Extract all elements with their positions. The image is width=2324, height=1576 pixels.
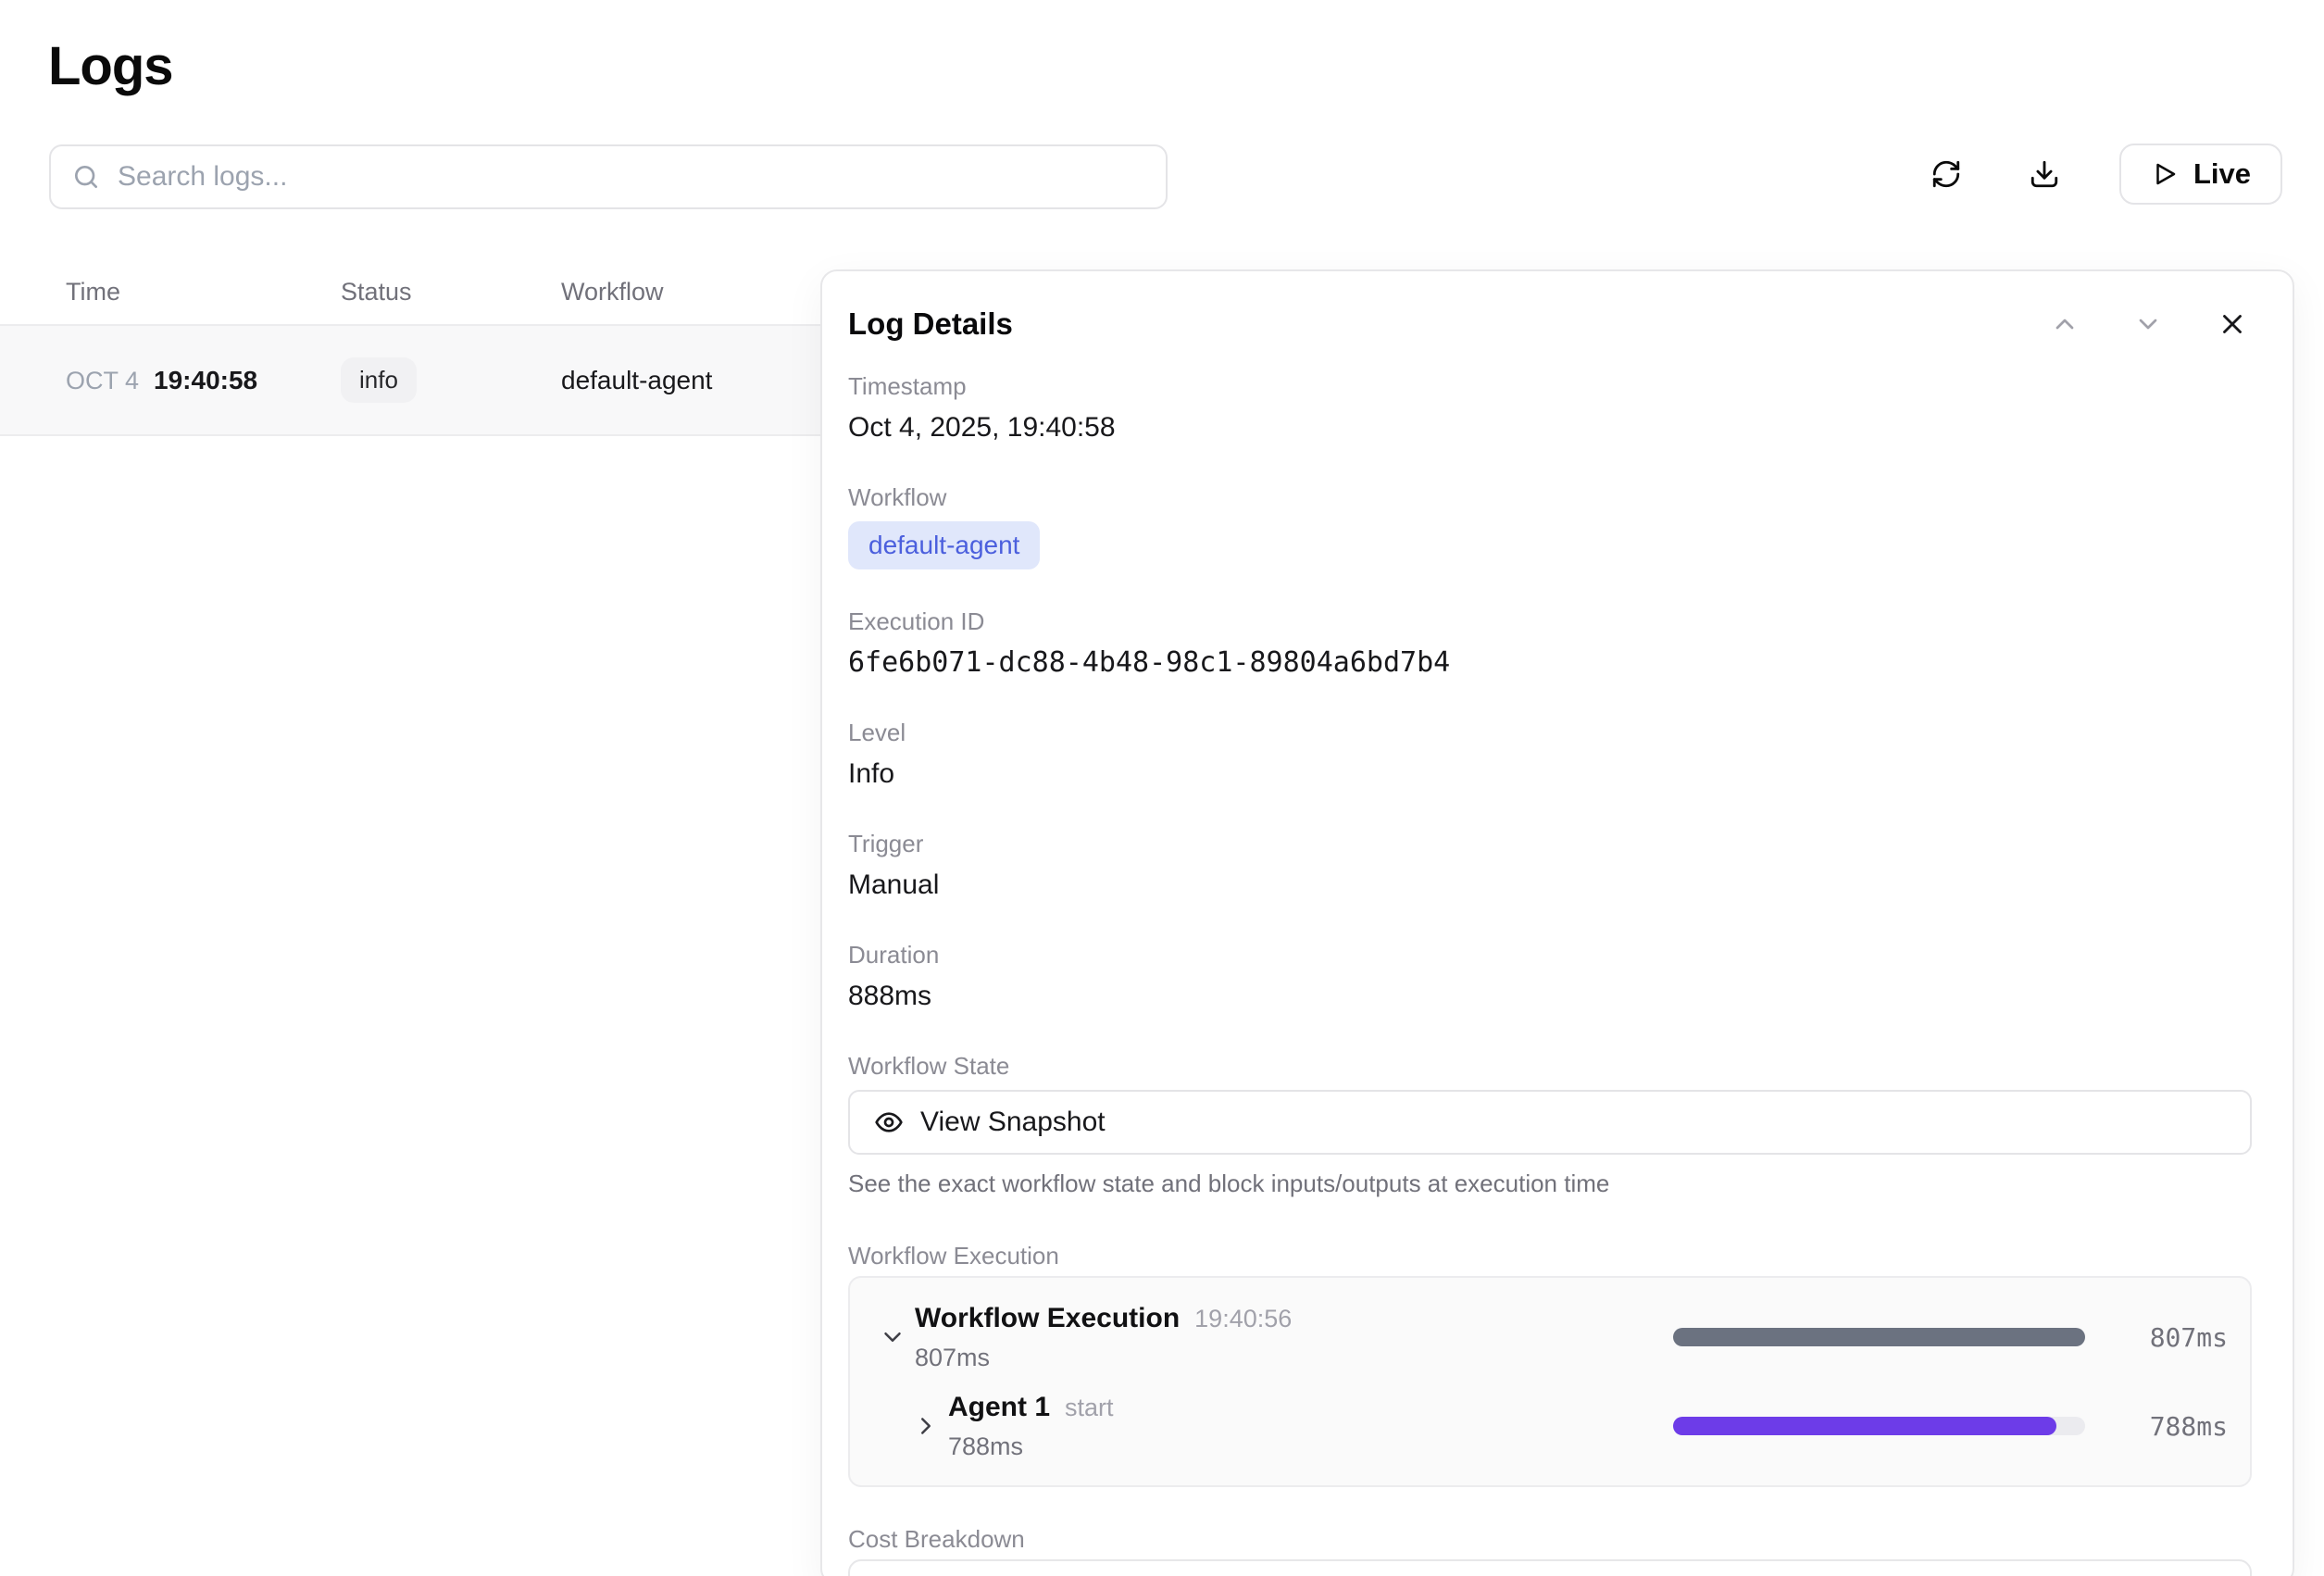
- column-header-time: Time: [0, 278, 341, 306]
- chevron-down-icon[interactable]: [872, 1323, 913, 1351]
- field-workflow: Workflow default-agent: [848, 482, 2252, 569]
- close-icon: [2217, 308, 2248, 340]
- field-value: 888ms: [848, 979, 2252, 1014]
- column-header-workflow: Workflow: [561, 278, 820, 306]
- row-time: 19:40:58: [154, 366, 257, 395]
- timeline-track: [1673, 1328, 2085, 1346]
- chevron-up-icon: [2050, 309, 2080, 339]
- execution-row-info: Agent 1 start 788ms: [946, 1392, 1673, 1461]
- execution-trace-card: Workflow Execution 19:40:56 807ms 807ms: [848, 1276, 2252, 1487]
- cell-status: info: [341, 357, 561, 403]
- page-title: Logs: [48, 35, 173, 97]
- prev-log-button[interactable]: [2046, 306, 2083, 343]
- field-label: Timestamp: [848, 371, 2252, 401]
- execution-row-info: Workflow Execution 19:40:56 807ms: [913, 1303, 1673, 1372]
- status-badge: info: [341, 357, 417, 403]
- refresh-icon: [1930, 158, 1962, 190]
- column-header-status: Status: [341, 278, 561, 306]
- field-label: Cost Breakdown: [848, 1524, 2252, 1554]
- execution-id-value: 6fe6b071-dc88-4b48-98c1-89804a6bd7b4: [848, 645, 2252, 681]
- play-icon: [2151, 160, 2179, 188]
- table-header: Time Status Workflow: [0, 259, 820, 326]
- next-log-button[interactable]: [2130, 306, 2167, 343]
- field-timestamp: Timestamp Oct 4, 2025, 19:40:58: [848, 371, 2252, 445]
- search-box[interactable]: [49, 144, 1168, 209]
- field-value: Info: [848, 757, 2252, 792]
- row-date: OCT 4: [66, 367, 139, 395]
- timeline-track: [1673, 1417, 2085, 1435]
- execution-row-agent[interactable]: Agent 1 start 788ms 788ms: [872, 1385, 2228, 1467]
- timeline-bar-workflow: [1673, 1328, 2085, 1346]
- log-details-panel: Log Details: [820, 269, 2294, 1576]
- snapshot-helper-text: See the exact workflow state and block i…: [848, 1169, 2252, 1198]
- field-trigger: Trigger Manual: [848, 829, 2252, 903]
- execution-row-name: Workflow Execution: [915, 1303, 1180, 1334]
- cell-time: OCT 4 19:40:58: [0, 366, 341, 395]
- field-level: Level Info: [848, 718, 2252, 792]
- field-execution-id: Execution ID 6fe6b071-dc88-4b48-98c1-898…: [848, 607, 2252, 681]
- live-button[interactable]: Live: [2119, 144, 2282, 205]
- view-snapshot-button[interactable]: View Snapshot: [848, 1090, 2252, 1155]
- workflow-execution-section: Workflow Execution Workflow Execution 19…: [848, 1241, 2252, 1487]
- execution-row-workflow[interactable]: Workflow Execution 19:40:56 807ms 807ms: [872, 1296, 2228, 1378]
- live-button-label: Live: [2193, 157, 2251, 191]
- cost-breakdown-card: Base Execution: $0.0010 Model Input: $0.…: [848, 1559, 2252, 1576]
- download-icon: [2029, 158, 2060, 190]
- cost-breakdown-section: Cost Breakdown Base Execution: $0.0010 M…: [848, 1524, 2252, 1576]
- execution-row-meta: 19:40:56: [1194, 1305, 1292, 1333]
- execution-row-duration: 807ms: [2117, 1322, 2228, 1353]
- search-icon: [71, 162, 101, 192]
- toolbar: Live: [1923, 144, 2282, 205]
- workflow-state-section: Workflow State View Snapshot See the exa…: [848, 1051, 2252, 1198]
- refresh-button[interactable]: [1923, 151, 1969, 197]
- chevron-right-icon[interactable]: [906, 1412, 946, 1440]
- execution-row-meta: start: [1065, 1394, 1114, 1422]
- view-snapshot-label: View Snapshot: [920, 1107, 1106, 1138]
- cell-workflow: default-agent: [561, 366, 820, 395]
- timeline-bar-agent: [1673, 1417, 2056, 1435]
- search-input[interactable]: [118, 161, 1145, 193]
- download-button[interactable]: [2021, 151, 2068, 197]
- execution-row-sub-duration: 788ms: [948, 1432, 1673, 1461]
- field-label: Level: [848, 718, 2252, 747]
- logs-page: Logs: [0, 0, 2324, 1576]
- field-label: Workflow: [848, 482, 2252, 512]
- table-row[interactable]: OCT 4 19:40:58 info default-agent: [0, 326, 820, 436]
- field-label: Workflow Execution: [848, 1241, 2252, 1270]
- field-label: Workflow State: [848, 1051, 2252, 1081]
- execution-row-name: Agent 1: [948, 1392, 1050, 1423]
- workflow-badge[interactable]: default-agent: [848, 521, 1040, 569]
- log-table: Time Status Workflow OCT 4 19:40:58 info…: [0, 259, 820, 436]
- field-value: Manual: [848, 868, 2252, 903]
- field-label: Trigger: [848, 829, 2252, 858]
- details-nav: [2046, 305, 2252, 344]
- details-title: Log Details: [848, 306, 2046, 342]
- close-details-button[interactable]: [2213, 305, 2252, 344]
- details-header: Log Details: [848, 305, 2252, 344]
- execution-row-duration: 788ms: [2117, 1411, 2228, 1442]
- chevron-down-icon: [2133, 309, 2163, 339]
- execution-row-sub-duration: 807ms: [915, 1344, 1673, 1372]
- eye-icon: [874, 1107, 904, 1137]
- field-duration: Duration 888ms: [848, 940, 2252, 1014]
- field-label: Duration: [848, 940, 2252, 969]
- field-value: Oct 4, 2025, 19:40:58: [848, 410, 2252, 445]
- field-label: Execution ID: [848, 607, 2252, 636]
